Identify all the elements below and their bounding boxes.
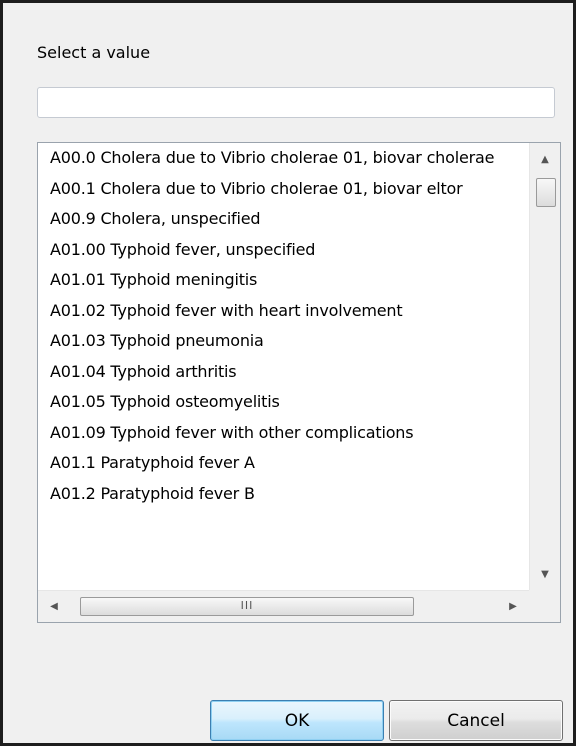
horizontal-scrollbar[interactable]: ◀ III ▶ (38, 590, 529, 622)
list-items: A00.0 Cholera due to Vibrio cholerae 01,… (38, 143, 529, 590)
vertical-scrollbar[interactable]: ▲ ▼ (529, 143, 560, 590)
vertical-scroll-thumb[interactable] (536, 178, 556, 207)
cancel-button[interactable]: Cancel (389, 700, 563, 741)
scroll-right-arrow-icon[interactable]: ▶ (499, 591, 527, 622)
list-item[interactable]: A00.0 Cholera due to Vibrio cholerae 01,… (38, 143, 529, 174)
list-item[interactable]: A01.02 Typhoid fever with heart involvem… (38, 296, 529, 327)
list-item[interactable]: A00.1 Cholera due to Vibrio cholerae 01,… (38, 174, 529, 205)
search-input[interactable] (37, 87, 555, 118)
list-item[interactable]: A01.2 Paratyphoid fever B (38, 479, 529, 510)
list-item[interactable]: A01.00 Typhoid fever, unspecified (38, 235, 529, 266)
list-item[interactable]: A01.09 Typhoid fever with other complica… (38, 418, 529, 449)
ok-button[interactable]: OK (210, 700, 384, 741)
list-item[interactable]: A01.03 Typhoid pneumonia (38, 326, 529, 357)
scroll-up-arrow-icon[interactable]: ▲ (530, 145, 560, 173)
list-item[interactable]: A01.05 Typhoid osteomyelitis (38, 387, 529, 418)
select-value-dialog: Select a value A00.0 Cholera due to Vibr… (0, 0, 576, 746)
list-item[interactable]: A01.04 Typhoid arthritis (38, 357, 529, 388)
scrollbar-corner (529, 590, 560, 622)
scroll-down-arrow-icon[interactable]: ▼ (530, 560, 560, 588)
list-item[interactable]: A01.01 Typhoid meningitis (38, 265, 529, 296)
value-listbox[interactable]: A00.0 Cholera due to Vibrio cholerae 01,… (37, 142, 561, 623)
list-item[interactable]: A01.1 Paratyphoid fever A (38, 448, 529, 479)
horizontal-scroll-thumb[interactable]: III (80, 597, 414, 616)
list-item[interactable]: A00.9 Cholera, unspecified (38, 204, 529, 235)
scroll-left-arrow-icon[interactable]: ◀ (40, 591, 68, 622)
dialog-prompt: Select a value (37, 43, 151, 62)
